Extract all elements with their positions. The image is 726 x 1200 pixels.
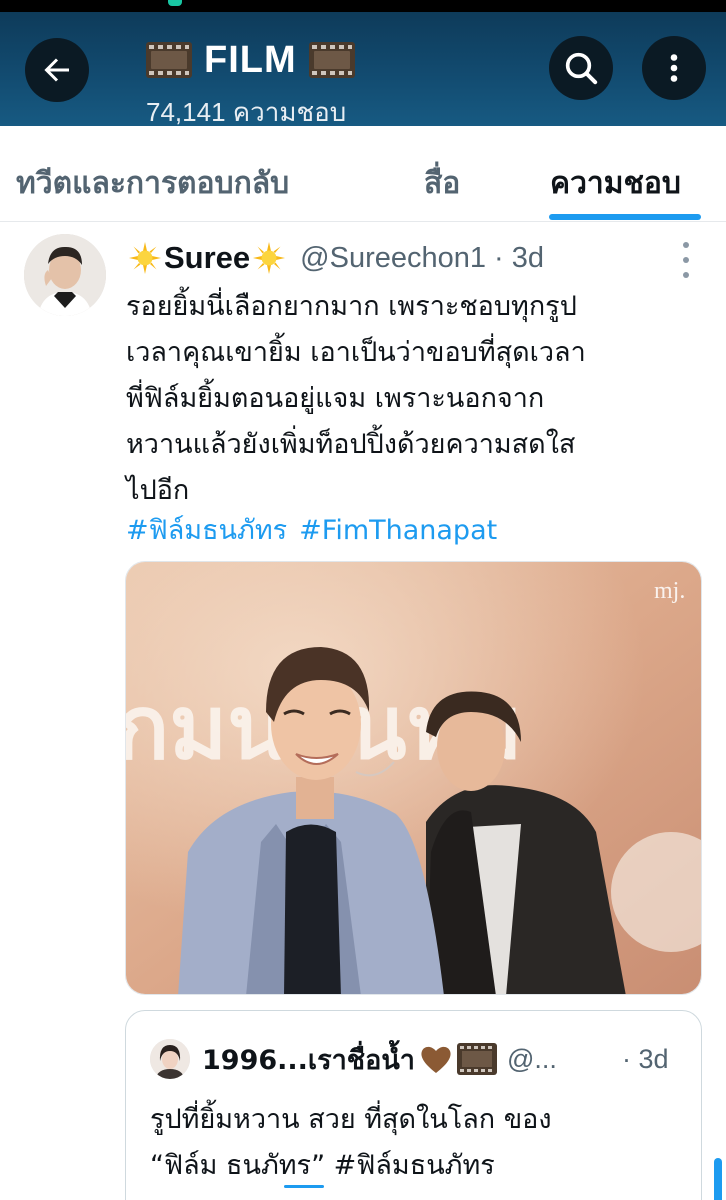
search-icon (565, 52, 598, 85)
tweet-text-line: รอยยิ้มนี่เลือกยากมาก เพราะชอบทุกรูป (126, 291, 577, 322)
quoted-tweet[interactable]: 1996...เราชื่อน้ำ @... · 3d รูปที่ยิ้มหว… (125, 1010, 702, 1200)
profile-title: FILM (146, 30, 355, 90)
more-options-button[interactable] (642, 36, 706, 100)
tweet-author-row: Suree @Sureechon1 · 3d (128, 238, 544, 278)
tweet-more-icon[interactable] (676, 240, 696, 280)
tweet-text-line: เวลาคุณเขายิ้ม เอาเป็นว่าขอบที่สุดเวลา (126, 337, 586, 368)
tab-likes[interactable]: ความชอบ (550, 160, 681, 207)
tweet-media-image[interactable]: กมนคนหม mj. (125, 561, 702, 995)
quoted-time-row: · 3d (622, 1039, 669, 1079)
quoted-display-name[interactable]: 1996...เราชื่อน้ำ (202, 1038, 415, 1081)
tweet-text: รอยยิ้มนี่เลือกยากมาก เพราะชอบทุกรูป เวล… (126, 284, 716, 514)
quoted-text-line: รูปที่ยิ้มหวาน สวย ที่สุดในโลก ของ (150, 1104, 552, 1135)
more-vertical-icon (670, 54, 678, 82)
film-frames-icon (456, 1043, 497, 1075)
separator: · (622, 1043, 631, 1074)
status-indicator (168, 0, 182, 6)
image-watermark: mj. (654, 578, 685, 604)
profile-tabs: ทวีตและการตอบกลับ สื่อ ความชอบ (0, 126, 726, 222)
quoted-text-overflow (284, 1181, 354, 1191)
tweet[interactable]: Suree @Sureechon1 · 3d รอยยิ้มนี่เลือกยา… (0, 222, 726, 1200)
sun-emoji-icon (129, 242, 161, 274)
photo-two-people: กมนคนหม mj. (126, 562, 701, 994)
hashtag-link[interactable]: #FimThanapat (299, 515, 497, 546)
status-bar (0, 0, 726, 12)
tab-tweets-and-replies[interactable]: ทวีตและการตอบกลับ (16, 160, 289, 207)
avatar[interactable] (24, 234, 106, 316)
quoted-author-row: 1996...เราชื่อน้ำ @... (202, 1039, 557, 1079)
quoted-avatar-photo (150, 1039, 190, 1079)
quoted-handle[interactable]: @... (507, 1044, 557, 1075)
tab-media[interactable]: สื่อ (424, 160, 460, 207)
search-button[interactable] (549, 36, 613, 100)
film-frames-icon (146, 42, 192, 78)
quoted-text: รูปที่ยิ้มหวาน สวย ที่สุดในโลก ของ “ฟิล์… (150, 1097, 690, 1189)
tweet-hashtags: #ฟิล์มธนภัทร #FimThanapat (126, 508, 509, 554)
profile-name: FILM (204, 38, 297, 81)
separator: · (494, 241, 504, 274)
scrollbar-thumb[interactable] (714, 1158, 722, 1200)
author-display-name[interactable]: Suree (164, 240, 250, 276)
arrow-left-icon (44, 58, 69, 82)
author-handle[interactable]: @Sureechon1 (300, 242, 486, 275)
hashtag-link[interactable]: #ฟิล์มธนภัทร (126, 515, 287, 546)
selected-tab-indicator (549, 214, 701, 220)
tweet-text-line: พี่ฟิล์มยิ้มตอนอยู่แจม เพราะนอกจาก (126, 383, 545, 414)
sun-emoji-icon (253, 242, 286, 274)
quoted-avatar[interactable] (150, 1039, 190, 1079)
tweet-text-line: หวานแล้วยังเพิ่มท็อปปิ้งด้วยความสดใส (126, 429, 576, 460)
quoted-time[interactable]: 3d (639, 1044, 669, 1075)
quoted-text-line: “ฟิล์ม ธนภัทร” #ฟิล์มธนภัทร (150, 1150, 495, 1181)
profile-header: FILM 74,141 ความชอบ (0, 12, 726, 127)
film-frames-icon (308, 42, 355, 78)
brown-heart-icon (421, 1046, 451, 1073)
back-button[interactable] (25, 38, 89, 102)
avatar-photo (24, 234, 106, 316)
likes-label: ความชอบ (232, 97, 347, 127)
tweet-time[interactable]: 3d (512, 242, 544, 275)
likes-count: 74,141 (146, 97, 226, 127)
